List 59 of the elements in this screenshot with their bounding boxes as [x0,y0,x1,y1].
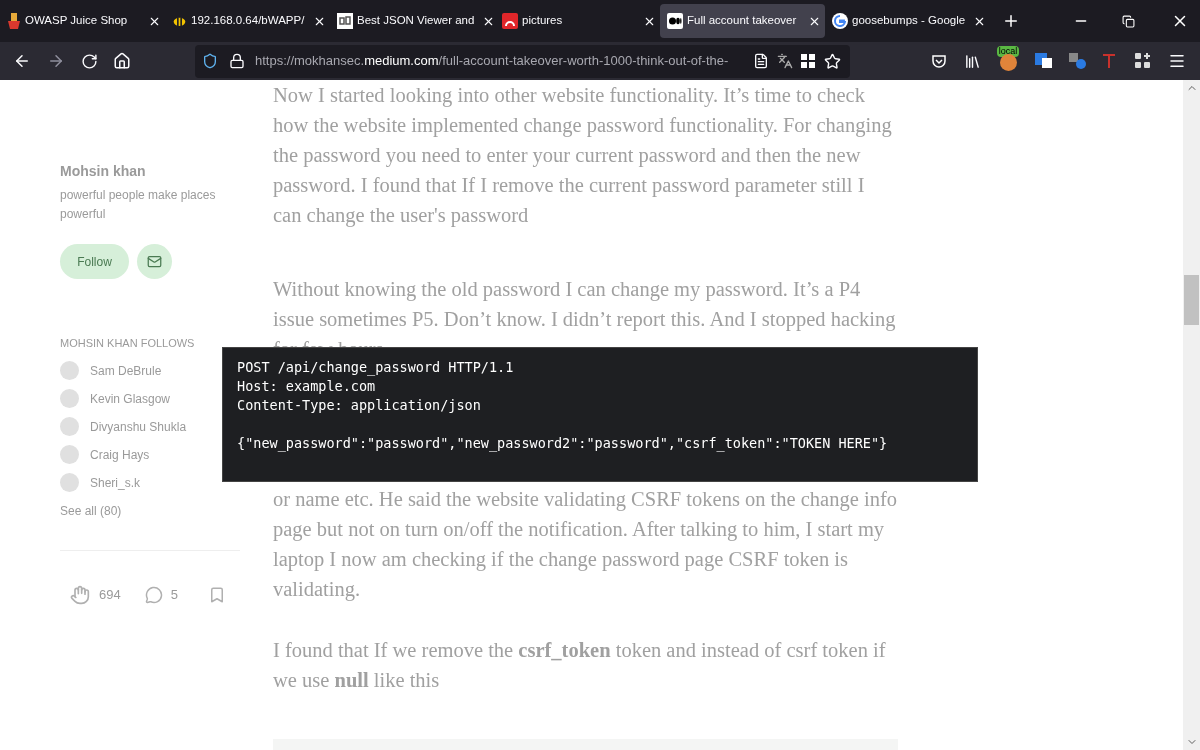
avatar-icon [60,417,79,436]
extension-button[interactable]: local [996,46,1020,76]
tab-title: 192.168.0.64/bWAPP/ [191,13,305,29]
code-line: Content-Type: application/json [237,396,482,415]
code-line: Host: example.com [237,377,377,396]
back-icon[interactable] [13,52,31,70]
tab-title: OWASP Juice Shop [25,13,128,29]
restore-icon[interactable] [1122,14,1135,28]
author-name: Mohsin khan [60,162,147,181]
g-logo-icon [832,13,848,29]
avatar-icon [60,389,79,408]
browser-tab[interactable]: Best JSON Viewer and [330,4,495,38]
grid-icon[interactable] [801,53,816,69]
avatar-icon [60,445,79,464]
tab-title: Best JSON Viewer and [357,13,475,29]
code-line: {"new_password":"password","new_password2":"password","csrf_token":"TOKEN HERE"} [237,434,889,453]
new-tab-icon[interactable] [1002,12,1020,30]
clap-count: 694 [99,586,121,605]
tab-title: pictures [522,13,563,29]
tab-title: Full account takeover [687,13,797,29]
t-letter-icon[interactable] [1102,53,1116,69]
extension-logo-icon [999,54,1017,71]
menu-icon[interactable] [1168,52,1186,70]
dots-logo-icon [667,13,683,29]
browser-tab[interactable]: OWASP Juice Shop [0,4,165,38]
browser-tab[interactable]: Full account takeover [660,4,825,38]
subscribe-button[interactable] [137,244,172,279]
avatar-icon [60,473,79,492]
response-count: 5 [170,586,178,605]
extensions-icon[interactable] [1135,53,1151,69]
article-paragraph: I found that If we remove the csrf_token token and instead of csrf token if we use null like this [273,638,887,693]
address-bar[interactable]: https://mokhansec.medium.com/full-account-takeover-worth-1000-think-out-of-the- [195,44,850,78]
code-line: POST /api/change_password HTTP/1.1 [237,358,515,377]
follow-button[interactable]: Follow [60,244,129,279]
library-icon[interactable] [964,52,981,70]
author-bio: powerful people make places powerful [60,187,217,223]
square-icon [337,13,353,29]
avatar-icon [60,361,79,380]
follows-heading: MOHSIN KHAN FOLLOWS [60,336,196,351]
browser-tab[interactable]: goosebumps - Google [825,4,990,38]
article-paragraph: Now I started looking into other website functionality. It’s time to check how the website implemented change password functionality. For changing the password you need to enter your current password and then the new password. I found that If I remove the current password parameter still I can change the user's password [273,83,893,229]
lock-icon[interactable] [229,53,245,69]
browser-tab[interactable]: 192.168.0.64/bWAPP/ [165,4,330,38]
cup-icon [7,13,21,29]
pocket-icon[interactable] [931,53,947,69]
forward-icon[interactable] [47,52,65,70]
arc-icon [502,13,518,29]
bookmark-star-icon[interactable] [824,52,841,70]
tab-title: goosebumps - Google [852,13,966,29]
reload-icon[interactable] [81,52,98,70]
mail-icon [147,254,162,269]
scrollbar[interactable] [1183,80,1200,750]
shield-icon[interactable] [202,53,218,69]
scrollbar-thumb[interactable] [1184,275,1199,325]
url-text: https://mokhansec.medium.com/full-account-takeover-worth-1000-think-out-of-the- [255,52,730,71]
article-paragraph: or name etc. He said the website validating CSRF tokens on the change info page but not on turn on/off the notification. After talking to him, I start my laptop I now am checking if the change password page CSRF token is validating. [273,487,898,603]
browser-tab[interactable]: pictures [495,4,660,38]
home-icon[interactable] [113,52,131,70]
reader-view-icon[interactable] [753,53,769,69]
